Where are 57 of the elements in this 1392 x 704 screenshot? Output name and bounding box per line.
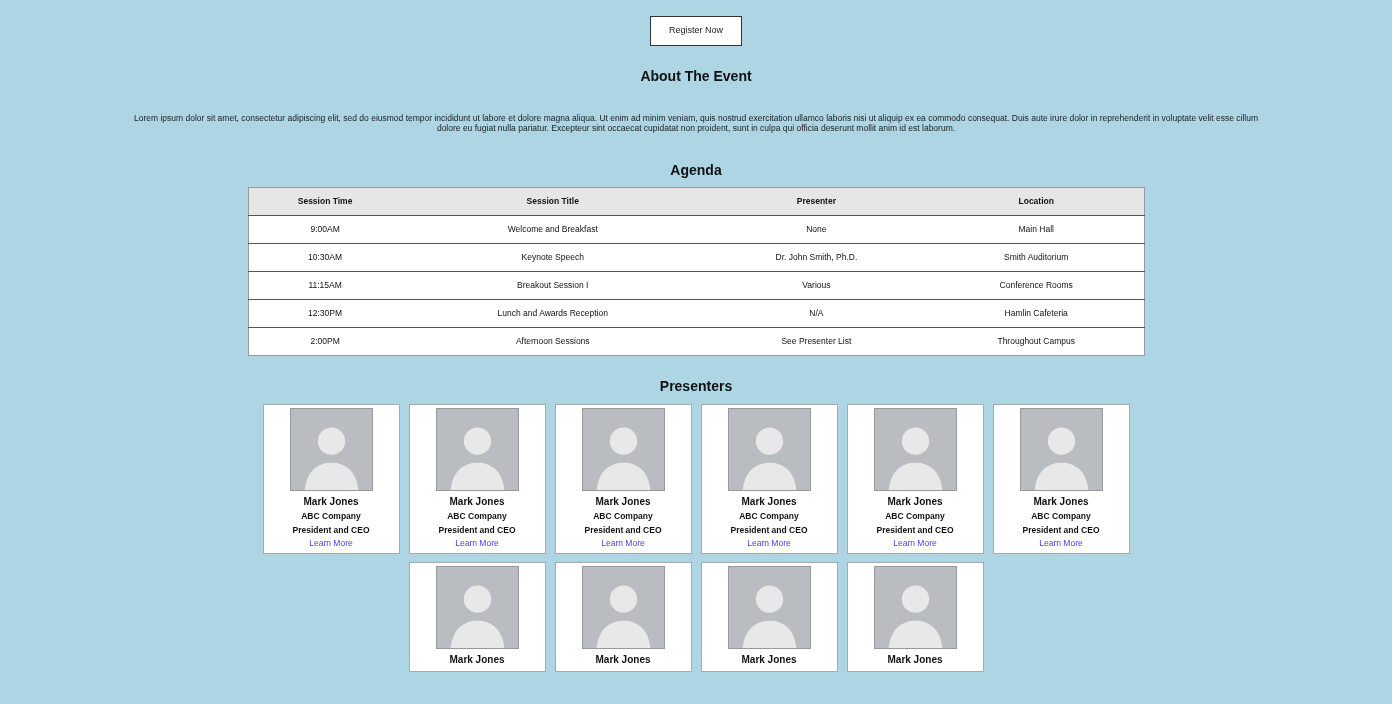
presenter-company: ABC Company [592, 510, 654, 524]
table-cell: Various [703, 271, 929, 300]
presenter-company: ABC Company [738, 510, 800, 524]
learn-more-link[interactable]: Learn More [893, 537, 937, 550]
table-cell: Dr. John Smith, Ph.D. [703, 243, 929, 272]
section-heading: Presenters [659, 377, 733, 395]
learn-more-link[interactable]: Learn More [747, 537, 791, 550]
presenter-name: Mark Jones [302, 495, 360, 510]
presenter-name: Mark Jones [1032, 495, 1090, 510]
table-cell: Smith Auditorium [928, 243, 1144, 272]
presenter-title: President and CEO [1021, 524, 1101, 538]
presenter-name: Mark Jones [594, 653, 652, 668]
presenter-name: Mark Jones [740, 653, 798, 668]
presenter-name: Mark Jones [448, 495, 506, 510]
presenter-company: ABC Company [300, 510, 362, 524]
presenter-name: Mark Jones [448, 653, 506, 668]
presenter-title: President and CEO [291, 524, 371, 538]
column-header: Presenter [703, 187, 929, 216]
table-cell: 12:30PM [248, 299, 402, 328]
column-header: Session Time [248, 187, 402, 216]
presenter-company: ABC Company [1030, 510, 1092, 524]
table-cell: See Presenter List [703, 327, 929, 356]
table-cell: Lunch and Awards Reception [401, 299, 704, 328]
table-cell: 10:30AM [248, 243, 402, 272]
table-cell: Welcome and Breakfast [401, 215, 704, 244]
table-cell: Throughout Campus [928, 327, 1144, 356]
learn-more-link[interactable]: Learn More [1039, 537, 1083, 550]
column-header: Session Title [401, 187, 704, 216]
register-button[interactable]: Register Now [650, 16, 742, 46]
presenter-name: Mark Jones [886, 495, 944, 510]
table-cell: None [703, 215, 929, 244]
presenter-name: Mark Jones [740, 495, 798, 510]
table-cell: Afternoon Sessions [401, 327, 704, 356]
presenter-name: Mark Jones [594, 495, 652, 510]
table-cell: N/A [703, 299, 929, 328]
presenter-company: ABC Company [446, 510, 508, 524]
learn-more-link[interactable]: Learn More [309, 537, 353, 550]
presenter-title: President and CEO [875, 524, 955, 538]
presenter-company: ABC Company [884, 510, 946, 524]
table-cell: Keynote Speech [401, 243, 704, 272]
table-cell: 9:00AM [248, 215, 402, 244]
learn-more-link[interactable]: Learn More [455, 537, 499, 550]
section-heading: Agenda [670, 161, 722, 179]
presenter-title: President and CEO [729, 524, 809, 538]
presenter-title: President and CEO [583, 524, 663, 538]
table-cell: 11:15AM [248, 271, 402, 300]
column-header: Location [928, 187, 1144, 216]
section-heading: About The Event [640, 67, 752, 85]
about-paragraph: Lorem ipsum dolor sit amet, consectetur adipiscing elit, sed do eiusmod tempor incididunt ut labore et dolore magna aliqua. Ut enim ad minim veniam, quis nostrud exercitation ullamco laboris nisi ut aliquip ex ea commodo consequat. Duis aute irure dolor in reprehenderit in voluptate velit esse cillum dolore eu fugiat nulla pariatur. Excepteur sint occaecat cupidatat non proident, sunt in culpa qui officia deserunt mollit anim id est laborum. [133, 114, 1259, 134]
presenter-name: Mark Jones [886, 653, 944, 668]
table-cell: Hamlin Cafeteria [928, 299, 1144, 328]
table-cell: Main Hall [928, 215, 1144, 244]
learn-more-link[interactable]: Learn More [601, 537, 645, 550]
presenter-title: President and CEO [437, 524, 517, 538]
table-cell: Breakout Session I [401, 271, 704, 300]
table-cell: 2:00PM [248, 327, 402, 356]
table-cell: Conference Rooms [928, 271, 1144, 300]
